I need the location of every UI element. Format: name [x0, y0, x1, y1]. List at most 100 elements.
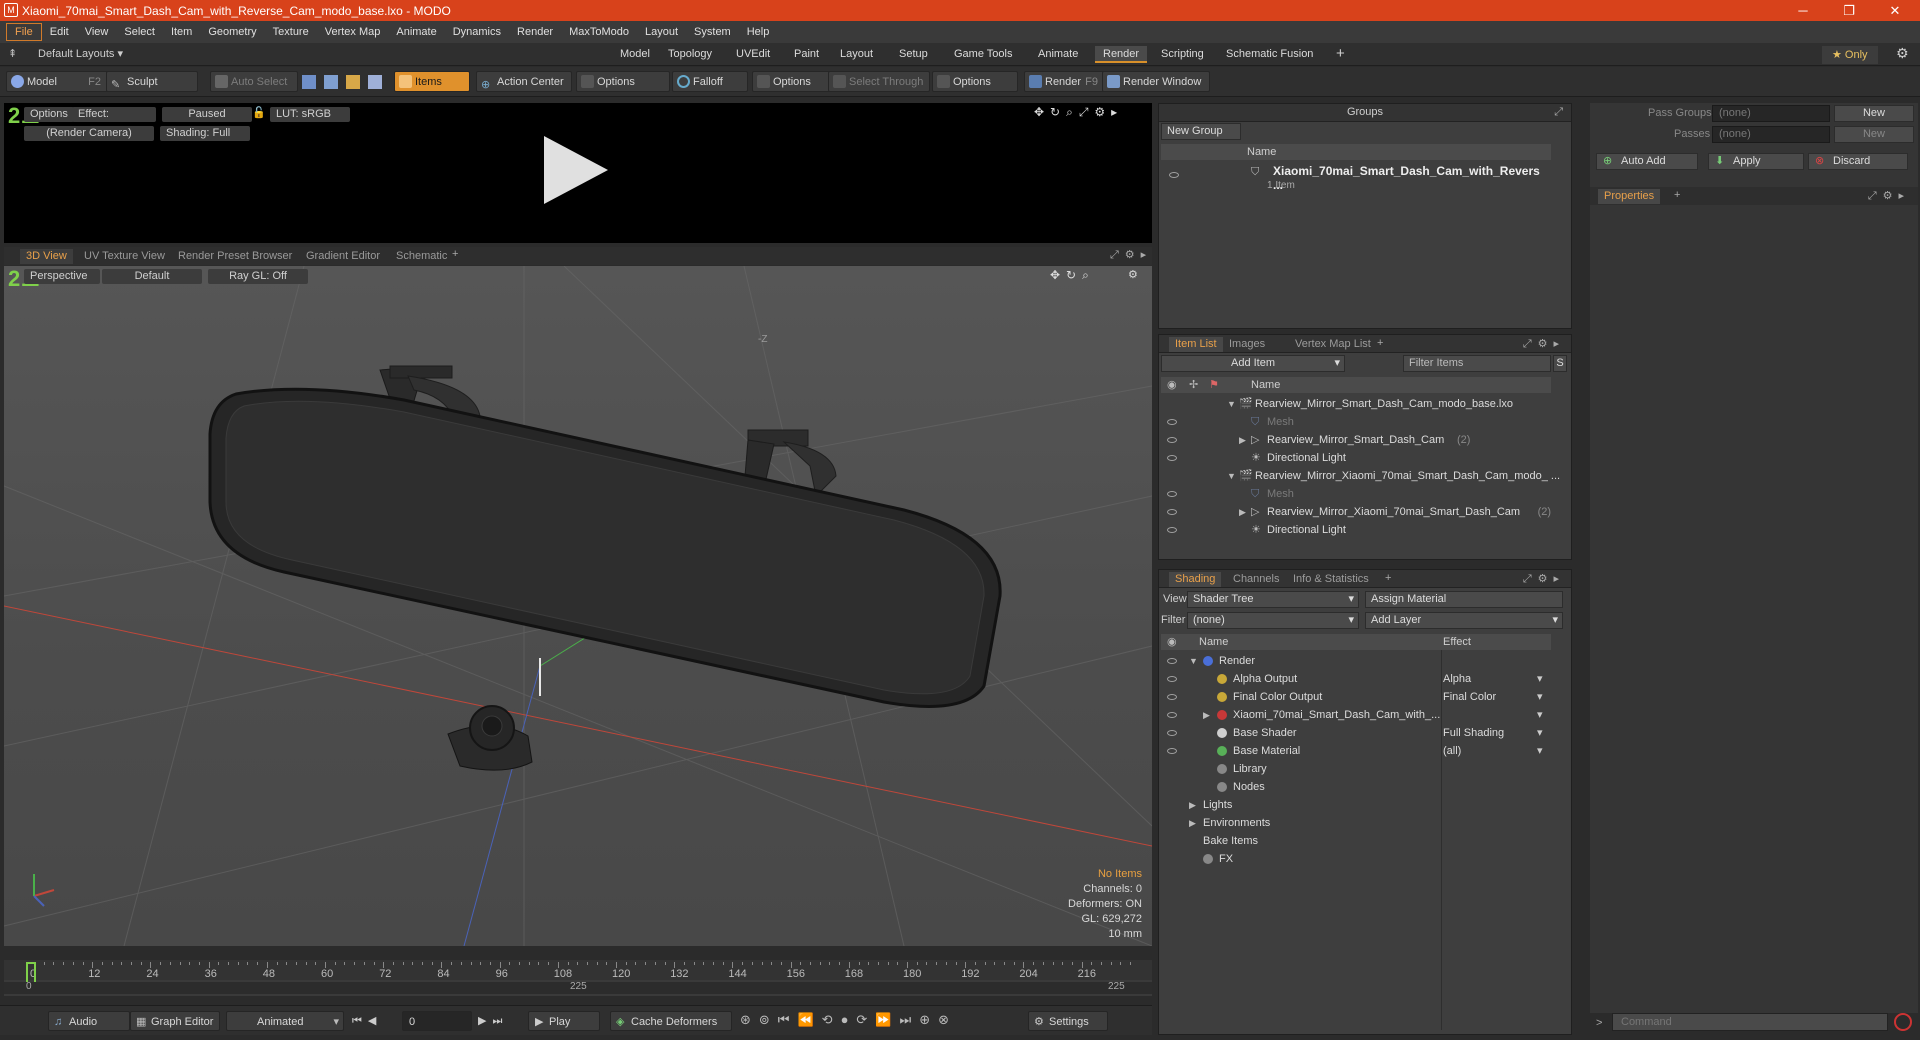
camera-dropdown[interactable]: (Render Camera)	[24, 126, 154, 141]
shader-tree-row[interactable]: Base Shader Full Shading ▾	[1159, 724, 1549, 742]
animated-dropdown[interactable]: Animated ▾	[226, 1011, 344, 1031]
shader-tree-row[interactable]: ▶ Lights	[1159, 796, 1549, 814]
only-toggle[interactable]: ★ Only	[1822, 46, 1878, 64]
menu-vertex-map[interactable]: Vertex Map	[317, 23, 389, 41]
chevron-down-icon[interactable]: ▾	[1537, 688, 1543, 706]
raygl-dropdown[interactable]: Ray GL: Off	[208, 269, 308, 284]
lut-dropdown[interactable]: LUT: sRGB	[270, 107, 350, 122]
auto-add-button[interactable]: ⊕ Auto Add	[1596, 153, 1698, 170]
layout-tab-topology[interactable]: Topology	[660, 46, 720, 63]
polygons-mode-icon[interactable]	[346, 75, 360, 89]
render-preview[interactable]: 2⊥ Options Effect: (Shadi... Paused 🔓 LU…	[4, 103, 1152, 243]
layout-tab-scripting[interactable]: Scripting	[1153, 46, 1212, 63]
model-mode-button[interactable]: Model F2	[6, 71, 108, 92]
layout-tab-render[interactable]: Render	[1095, 46, 1148, 63]
add-tab-button[interactable]: +	[1674, 189, 1680, 201]
sculpt-button[interactable]: ✎ Sculpt	[106, 71, 198, 92]
menu-texture[interactable]: Texture	[265, 23, 317, 41]
layout-tab-setup[interactable]: Setup	[891, 46, 936, 63]
layout-tab-animate[interactable]: Animate	[1030, 46, 1086, 63]
expand-right-icon[interactable]: ▶	[1239, 431, 1246, 449]
play-button[interactable]: ▶ Play	[528, 1011, 600, 1031]
add-tab-button[interactable]: +	[1377, 337, 1383, 349]
eye-icon[interactable]	[1167, 437, 1177, 443]
shader-tree-row[interactable]: Bake Items	[1159, 832, 1549, 850]
default-dropdown[interactable]: Default	[102, 269, 202, 284]
layout-tab-game-tools[interactable]: Game Tools	[946, 46, 1021, 63]
shader-tree-row[interactable]: ▶ Xiaomi_70mai_Smart_Dash_Cam_with_... ▾	[1159, 706, 1549, 724]
eye-icon[interactable]	[1167, 658, 1177, 664]
viewport-tab-icons[interactable]: ⤢⚙▸	[1110, 248, 1152, 262]
menu-view[interactable]: View	[77, 23, 117, 41]
frame-input[interactable]: 0	[402, 1011, 472, 1031]
item-list-row[interactable]: ▶ ▷ Rearview_Mirror_Xiaomi_70mai_Smart_Das…	[1159, 503, 1551, 521]
shading-dropdown[interactable]: Shading: Full	[160, 126, 250, 141]
options-button[interactable]: Options	[24, 107, 74, 122]
eye-icon[interactable]	[1167, 712, 1177, 718]
shader-tree-row[interactable]: Alpha Output Alpha ▾	[1159, 670, 1549, 688]
minimize-button[interactable]: ─	[1780, 0, 1826, 21]
default-layouts-dropdown[interactable]: Default Layouts ▾	[38, 47, 123, 60]
new-pass-group-button[interactable]: New	[1834, 105, 1914, 122]
eye-icon[interactable]	[1169, 172, 1179, 178]
expand-right-icon[interactable]: ▶	[1239, 503, 1246, 521]
eye-icon[interactable]	[1167, 509, 1177, 515]
menu-select[interactable]: Select	[116, 23, 163, 41]
eye-icon[interactable]	[1167, 676, 1177, 682]
tab-schematic[interactable]: Schematic	[390, 249, 453, 264]
tab-info-statistics[interactable]: Info & Statistics	[1287, 572, 1375, 587]
action-center-button[interactable]: ⊕ Action Center	[476, 71, 572, 92]
effect-value[interactable]: (all)	[1443, 742, 1461, 760]
panel-icons[interactable]: ⤢⚙▸	[1523, 572, 1565, 586]
vertices-mode-icon[interactable]	[302, 75, 316, 89]
tab-gradient-editor[interactable]: Gradient Editor	[300, 249, 386, 264]
eye-icon[interactable]	[1167, 419, 1177, 425]
add-tab-button[interactable]: +	[1385, 572, 1391, 584]
preview-nav-icons[interactable]: ✥↻⌕⤢⚙▸	[1034, 105, 1123, 120]
filter-dropdown[interactable]: (none) ▾	[1187, 612, 1359, 629]
eye-icon[interactable]	[1167, 694, 1177, 700]
effect-dropdown[interactable]: Effect: (Shadi...	[72, 107, 156, 122]
viewport-nav-icons[interactable]: ✥↻⌕	[1050, 268, 1095, 283]
tab-uv-texture-view[interactable]: UV Texture View	[78, 249, 171, 264]
panel-icons[interactable]: ⤢⚙▸	[1523, 337, 1565, 351]
step-back-icons[interactable]: ⏮◀	[352, 1014, 382, 1028]
tab-render-preset-browser[interactable]: Render Preset Browser	[172, 249, 298, 264]
graph-editor-button[interactable]: ▦ Graph Editor	[130, 1011, 220, 1031]
materials-mode-icon[interactable]	[368, 75, 382, 89]
options-button-1[interactable]: Options	[576, 71, 670, 92]
eye-icon[interactable]	[1167, 527, 1177, 533]
shader-tree-row[interactable]: Nodes	[1159, 778, 1549, 796]
menu-animate[interactable]: Animate	[388, 23, 444, 41]
item-list-row[interactable]: ▼ 🎬 Rearview_Mirror_Xiaomi_70mai_Smart_Das…	[1159, 467, 1560, 485]
settings-button[interactable]: ⚙ Settings	[1028, 1011, 1108, 1031]
tab-3d-view[interactable]: 3D View	[20, 249, 73, 264]
layout-tab-model[interactable]: Model	[612, 46, 658, 63]
new-group-button[interactable]: New Group	[1161, 123, 1241, 140]
filter-items-input[interactable]: Filter Items	[1403, 355, 1551, 372]
apply-button[interactable]: ⬇ Apply	[1708, 153, 1804, 170]
menu-geometry[interactable]: Geometry	[200, 23, 264, 41]
paused-button[interactable]: Paused	[162, 107, 252, 122]
key-tool-icons[interactable]: ⊛⊚⏮⏪⟲●⟳⏩⏭⊕⊗	[740, 1012, 957, 1028]
item-list-row[interactable]: ▶ ▷ Rearview_Mirror_Smart_Dash_Cam (2)	[1159, 431, 1549, 449]
cache-deformers-button[interactable]: ◈ Cache Deformers	[610, 1011, 732, 1031]
menu-system[interactable]: System	[686, 23, 739, 41]
effect-value[interactable]: Full Shading	[1443, 724, 1504, 742]
shader-tree-row[interactable]: ▶ Environments	[1159, 814, 1549, 832]
shader-tree-row[interactable]: Base Material (all) ▾	[1159, 742, 1549, 760]
layout-tab-uvedit[interactable]: UVEdit	[728, 46, 778, 63]
group-row[interactable]: Xiaomi_70mai_Smart_Dash_Cam_with_Revers …	[1163, 164, 1549, 200]
perspective-dropdown[interactable]: Perspective	[24, 269, 100, 284]
item-list-row[interactable]: ☀ Directional Light	[1159, 449, 1549, 467]
eye-icon[interactable]	[1167, 730, 1177, 736]
expand-down-icon[interactable]: ▼	[1189, 652, 1198, 670]
menu-maxtomodo[interactable]: MaxToModo	[561, 23, 637, 41]
chevron-down-icon[interactable]: ▾	[1537, 742, 1543, 760]
layout-tab-layout[interactable]: Layout	[832, 46, 881, 63]
shader-tree-row[interactable]: Library	[1159, 760, 1549, 778]
layouts-icon[interactable]: ⇞	[8, 47, 17, 60]
item-list-row[interactable]: ⛉ Mesh	[1159, 413, 1549, 431]
new-pass-button[interactable]: New	[1834, 126, 1914, 143]
menu-dynamics[interactable]: Dynamics	[445, 23, 509, 41]
